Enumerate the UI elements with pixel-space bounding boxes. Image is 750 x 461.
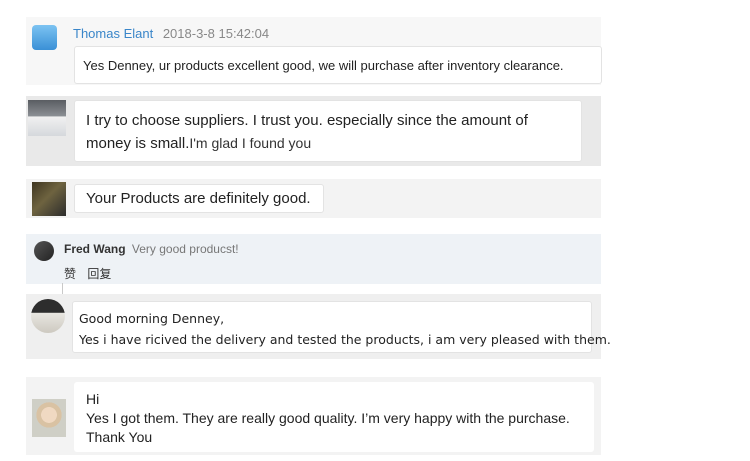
comment-line: Thank You xyxy=(86,429,153,445)
comment-card: Hi Yes I got them. They are really good … xyxy=(26,377,601,455)
user-avatar[interactable] xyxy=(32,25,57,50)
comment-line: Yes i have ricived the delivery and test… xyxy=(79,332,611,347)
author-name[interactable]: Fred Wang xyxy=(64,242,126,256)
comment-line: Good morning Denney, xyxy=(79,311,225,326)
user-avatar[interactable] xyxy=(32,399,66,437)
timestamp: 2018-3-8 15:42:04 xyxy=(162,26,270,41)
comment-card: Fred Wang Very good producst! 赞 回复 xyxy=(26,234,601,297)
comment-line: Fred Wang Very good producst! xyxy=(64,242,239,256)
comment-text: Your Products are definitely good. xyxy=(86,190,311,207)
comment-text: Very good producst! xyxy=(131,242,239,256)
comment-text: Yes Denney, ur products excellent good, … xyxy=(83,58,564,73)
comment-actions: 赞 回复 xyxy=(62,265,122,297)
comment-bubble: Yes Denney, ur products excellent good, … xyxy=(74,46,602,84)
comment-card: Good morning Denney, Yes i have ricived … xyxy=(26,294,611,359)
comment-bubble: I try to choose suppliers. I trust you. … xyxy=(74,100,582,162)
comment-card: I try to choose suppliers. I trust you. … xyxy=(26,96,601,166)
comment-text-small: I'm glad I found you xyxy=(189,135,312,151)
comment-bubble: Hi Yes I got them. They are really good … xyxy=(74,382,594,452)
user-avatar[interactable] xyxy=(28,100,66,136)
comment-card: Thomas Elant 2018-3-8 15:42:04 Yes Denne… xyxy=(26,17,602,85)
comment-bubble: Good morning Denney, Yes i have ricived … xyxy=(72,301,611,353)
comment-line: Yes I got them. They are really good qua… xyxy=(86,410,570,426)
like-button[interactable]: 赞 xyxy=(64,267,76,281)
user-avatar[interactable] xyxy=(34,241,54,261)
comment-bubble: Your Products are definitely good. xyxy=(74,184,324,213)
comment-meta: Thomas Elant 2018-3-8 15:42:04 xyxy=(73,26,269,41)
user-avatar[interactable] xyxy=(32,182,66,216)
user-avatar[interactable] xyxy=(31,299,65,333)
author-name[interactable]: Thomas Elant xyxy=(73,26,153,41)
comment-line: Hi xyxy=(86,391,100,407)
comment-card: Your Products are definitely good. xyxy=(26,179,601,218)
reply-button[interactable]: 回复 xyxy=(87,267,111,281)
